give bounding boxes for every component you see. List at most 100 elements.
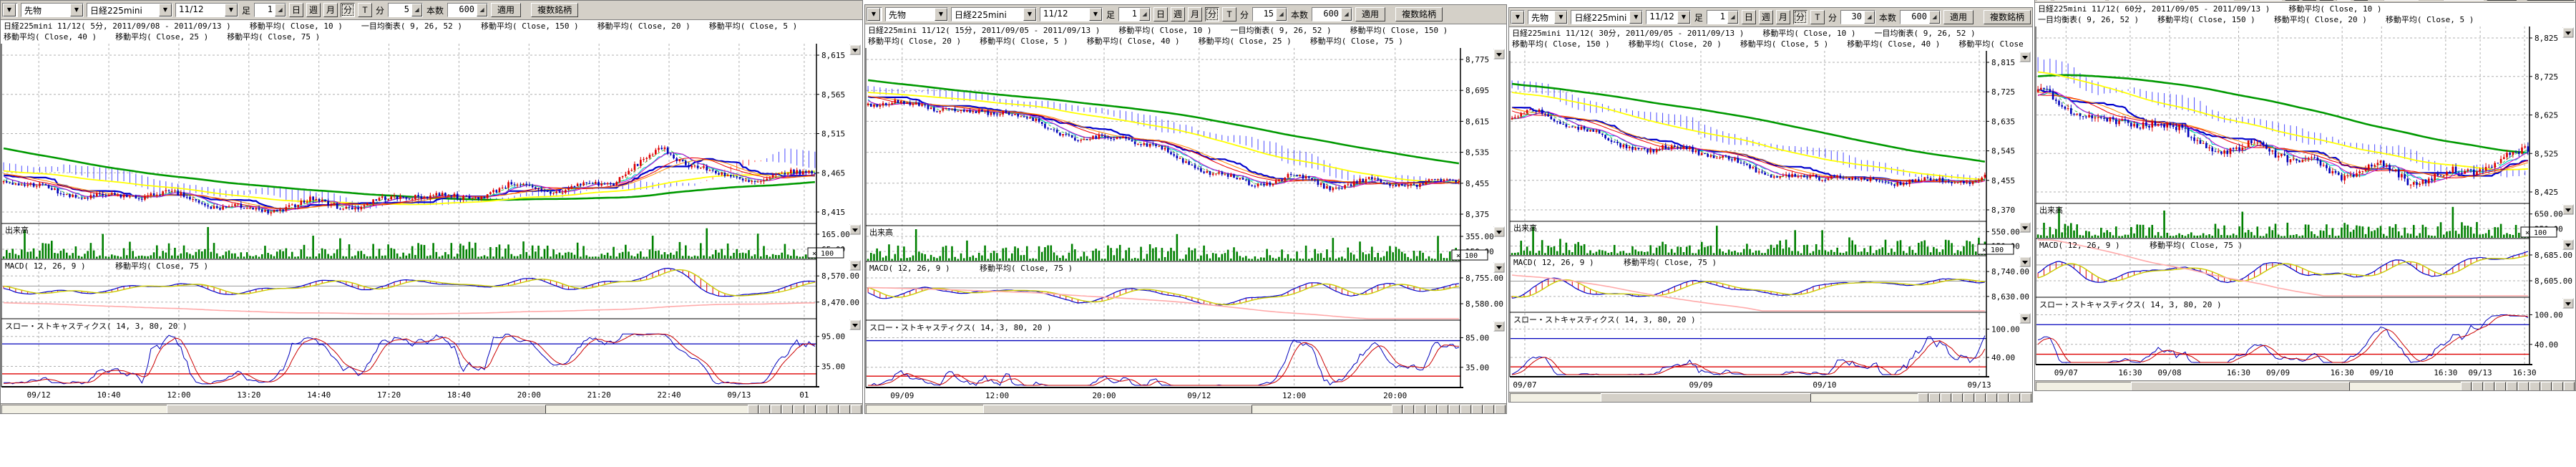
chart-plot[interactable]: 09/0912:0020:0009/1212:0020:008,7758,695… [865,48,1506,403]
mini-tool-button[interactable] [1918,393,1928,403]
panel-menu-select[interactable]: ▼ [2036,0,2051,1]
bar-type-spinner[interactable]: 1◢ [254,3,286,17]
symbol-select[interactable]: 日経225mini▼ [87,3,172,17]
multi-symbol-button[interactable]: 複数銘柄 [1984,10,2031,24]
mini-tool-button[interactable] [1460,405,1471,414]
mini-tool-button[interactable] [794,405,804,414]
multi-symbol-button[interactable]: 複数銘柄 [2527,0,2574,1]
month-button[interactable]: 月 [323,3,338,17]
mini-tool-button[interactable] [1929,393,1940,403]
chart-plot[interactable]: 09/0716:3009/0816:3009/0916:3009/1016:30… [2035,27,2575,380]
mini-tool-button[interactable] [2541,382,2552,391]
mini-tool-button[interactable] [1975,393,1986,403]
minute-button[interactable]: 分 [1793,10,1807,24]
minute-button[interactable]: 分 [341,3,355,17]
bar-type-spinner[interactable]: 1◢ [1707,10,1739,24]
mini-tool-button[interactable] [1998,393,2009,403]
symbol-select[interactable]: 日経225mini▼ [1571,10,1643,24]
mini-tool-button[interactable] [1986,393,1997,403]
month-button[interactable]: 月 [2319,0,2333,1]
day-button[interactable]: 日 [1742,10,1756,24]
bar-count-spinner[interactable]: 600◢ [447,3,488,17]
minute-button[interactable]: 分 [1205,7,1219,21]
mini-tool-button[interactable] [1472,405,1483,414]
pane-menu-button[interactable] [2020,52,2030,62]
mini-tool-button[interactable] [1483,405,1494,414]
pane-menu-button[interactable] [2020,314,2030,323]
mini-tool-button[interactable] [759,405,770,414]
pane-menu-button[interactable] [2563,299,2573,308]
mini-tool-button[interactable] [2021,393,2031,403]
mini-tool-button[interactable] [1426,405,1437,414]
pane-menu-button[interactable] [2563,28,2573,37]
panel-menu-select[interactable]: ▼ [2,3,18,17]
category-select[interactable]: 先物▼ [2054,0,2105,1]
mini-tool-button[interactable] [1415,405,1425,414]
mini-tool-button[interactable] [2552,382,2563,391]
contract-select[interactable]: 11/12▼ [1040,7,1103,21]
scrollbar-thumb[interactable] [167,405,546,414]
chart-plot[interactable]: 09/1210:4012:0013:2014:4017:2018:4020:00… [1,44,862,403]
mini-tool-button[interactable] [2495,382,2506,391]
mini-tool-button[interactable] [828,405,839,414]
mini-tool-button[interactable] [816,405,827,414]
week-button[interactable]: 週 [306,3,321,17]
tick-button[interactable]: T [1222,7,1236,21]
category-select[interactable]: 先物▼ [21,3,84,17]
contract-select[interactable]: 11/12▼ [175,3,238,17]
contract-select[interactable]: 11/12▼ [1646,10,1691,24]
mini-tool-button[interactable] [1941,393,1951,403]
bar-count-spinner[interactable]: 600◢ [1312,7,1352,21]
mini-tool-button[interactable] [771,405,781,414]
scrollbar-thumb[interactable] [1601,393,1811,403]
scrollbar-thumb[interactable] [2131,382,2350,391]
mini-tool-button[interactable] [2009,393,2020,403]
mini-tool-button[interactable] [1952,393,1963,403]
mini-tool-button[interactable] [1392,405,1402,414]
apply-button[interactable]: 適用 [2487,0,2517,1]
symbol-select[interactable]: 日経225mini▼ [2108,0,2180,1]
apply-button[interactable]: 適用 [491,3,521,17]
interval-spinner[interactable]: 60◢ [2384,0,2419,1]
pane-menu-button[interactable] [2020,223,2030,232]
week-button[interactable]: 週 [1759,10,1773,24]
mini-tool-button[interactable] [1449,405,1460,414]
mini-tool-button[interactable] [782,405,793,414]
mini-tool-button[interactable] [748,405,758,414]
mini-tool-button[interactable] [2461,382,2472,391]
day-button[interactable]: 日 [2285,0,2299,1]
chart-plot[interactable]: 09/0709/0909/1009/138,8158,7258,6358,545… [1509,51,2032,392]
mini-tool-button[interactable] [851,405,862,414]
pane-menu-button[interactable] [1494,49,1504,59]
multi-symbol-button[interactable]: 複数銘柄 [1395,7,1443,21]
tick-button[interactable]: T [358,3,372,17]
apply-button[interactable]: 適用 [1943,10,1974,24]
mini-tool-button[interactable] [1495,405,1506,414]
pane-menu-button[interactable] [2020,257,2030,266]
tick-button[interactable]: T [1810,10,1825,24]
mini-tool-button[interactable] [2529,382,2540,391]
month-button[interactable]: 月 [1776,10,1790,24]
category-select[interactable]: 先物▼ [1528,10,1568,24]
pane-menu-button[interactable] [1494,322,1504,331]
interval-spinner[interactable]: 5◢ [388,3,423,17]
mini-tool-button[interactable] [2518,382,2529,391]
bar-count-spinner[interactable]: 600◢ [1900,10,1941,24]
bar-type-spinner[interactable]: 1◢ [2250,0,2282,1]
mini-tool-button[interactable] [2472,382,2483,391]
day-button[interactable]: 日 [289,3,303,17]
pane-menu-button[interactable] [1494,263,1504,272]
week-button[interactable]: 週 [2302,0,2316,1]
month-button[interactable]: 月 [1188,7,1202,21]
minute-button[interactable]: 分 [2336,0,2351,1]
tick-button[interactable]: T [2353,0,2368,1]
pane-menu-button[interactable] [2563,240,2573,249]
pane-menu-button[interactable] [850,225,860,234]
panel-menu-select[interactable]: ▼ [1511,10,1525,24]
pane-menu-button[interactable] [2563,205,2573,214]
contract-select[interactable]: 11/12▼ [2182,0,2234,1]
category-select[interactable]: 先物▼ [885,7,948,21]
symbol-select[interactable]: 日経225mini▼ [951,7,1037,21]
mini-tool-button[interactable] [2507,382,2517,391]
apply-button[interactable]: 適用 [1355,7,1385,21]
